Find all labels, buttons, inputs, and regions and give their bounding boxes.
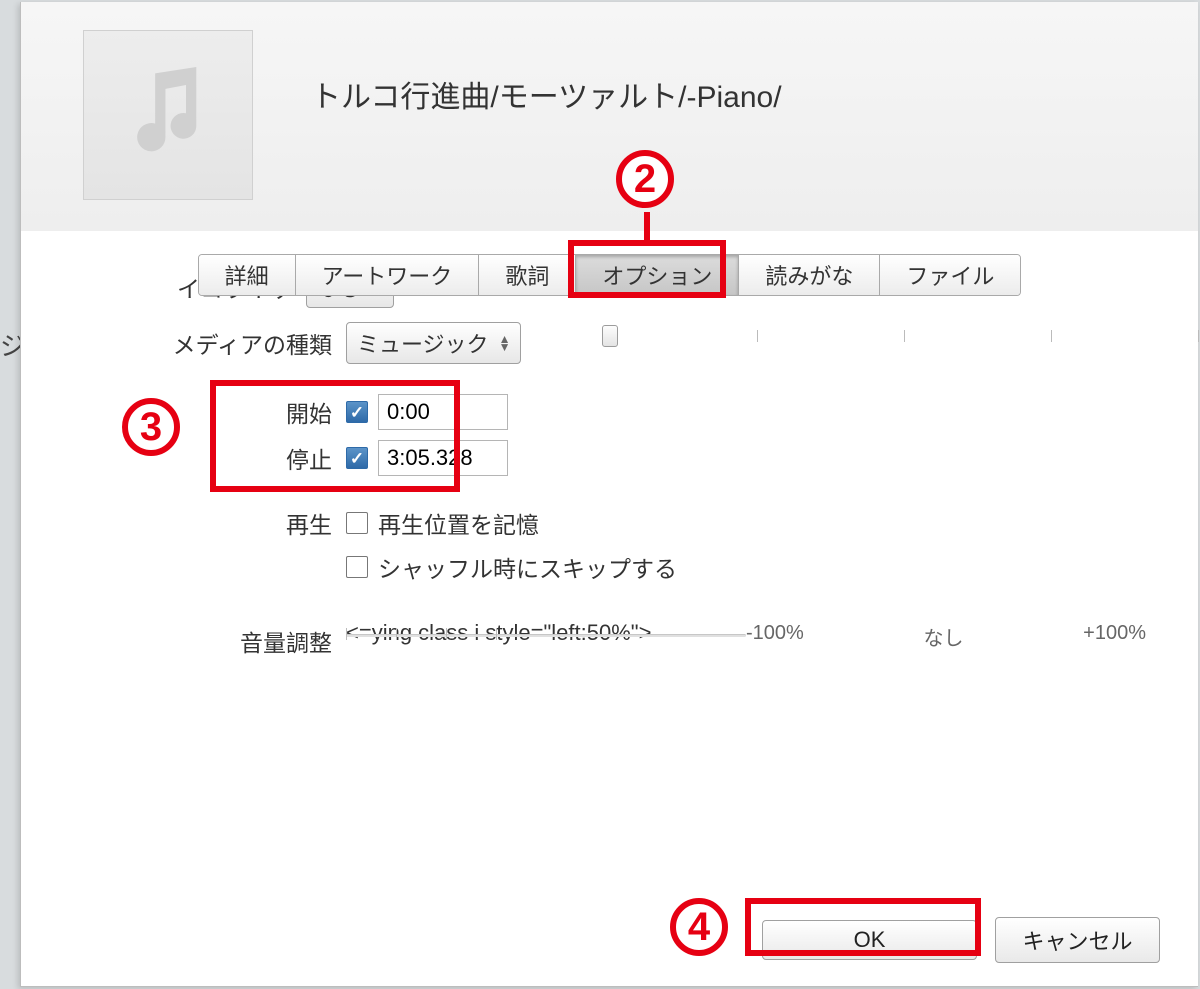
tab-details[interactable]: 詳細 <box>199 255 296 295</box>
song-title: トルコ行進曲/モーツァルト/-Piano/ <box>311 72 782 116</box>
start-time-label: 開始 <box>61 395 346 429</box>
start-time-checkbox[interactable] <box>346 401 368 423</box>
volume-label: 音量調整 <box>61 620 346 658</box>
ok-button[interactable]: OK <box>762 920 977 960</box>
tab-options[interactable]: オプション <box>576 255 739 295</box>
music-note-icon <box>128 67 208 163</box>
tab-sort[interactable]: 読みがな <box>739 255 880 295</box>
stop-time-label: 停止 <box>61 441 346 475</box>
updown-icon: ▲▼ <box>499 335 511 351</box>
start-time-input[interactable] <box>378 394 508 430</box>
stop-time-input[interactable] <box>378 440 508 476</box>
media-kind-label: メディアの種類 <box>61 326 346 360</box>
playback-label: 再生 <box>61 506 346 540</box>
cancel-button[interactable]: キャンセル <box>995 917 1160 963</box>
artwork-thumbnail <box>83 30 253 200</box>
skip-shuffle-label: シャッフル時にスキップする <box>378 550 677 584</box>
volume-slider[interactable]: <=ying class i style="left:50%"> <box>346 620 746 650</box>
dialog-header: トルコ行進曲/モーツァルト/-Piano/ <box>21 2 1198 232</box>
remember-position-checkbox[interactable] <box>346 512 368 534</box>
remember-position-label: 再生位置を記憶 <box>378 506 539 540</box>
tab-bar: 詳細 アートワーク 歌詞 オプション 読みがな ファイル <box>21 254 1198 296</box>
tab-file[interactable]: ファイル <box>880 255 1020 295</box>
volume-scale: -100% なし +100% <box>746 622 1146 651</box>
media-kind-select[interactable]: ミュージック ▲▼ <box>346 322 521 364</box>
volume-slider-thumb[interactable] <box>602 325 618 347</box>
tab-artwork[interactable]: アートワーク <box>296 255 480 295</box>
tab-lyrics[interactable]: 歌詞 <box>479 255 576 295</box>
skip-shuffle-checkbox[interactable] <box>346 556 368 578</box>
options-panel: メディアの種類 ミュージック ▲▼ 開始 停止 再生 再生位置を記憶 <box>21 322 1198 664</box>
song-info-dialog: トルコ行進曲/モーツァルト/-Piano/ 詳細 アートワーク 歌詞 オプション… <box>20 2 1198 987</box>
stop-time-checkbox[interactable] <box>346 447 368 469</box>
